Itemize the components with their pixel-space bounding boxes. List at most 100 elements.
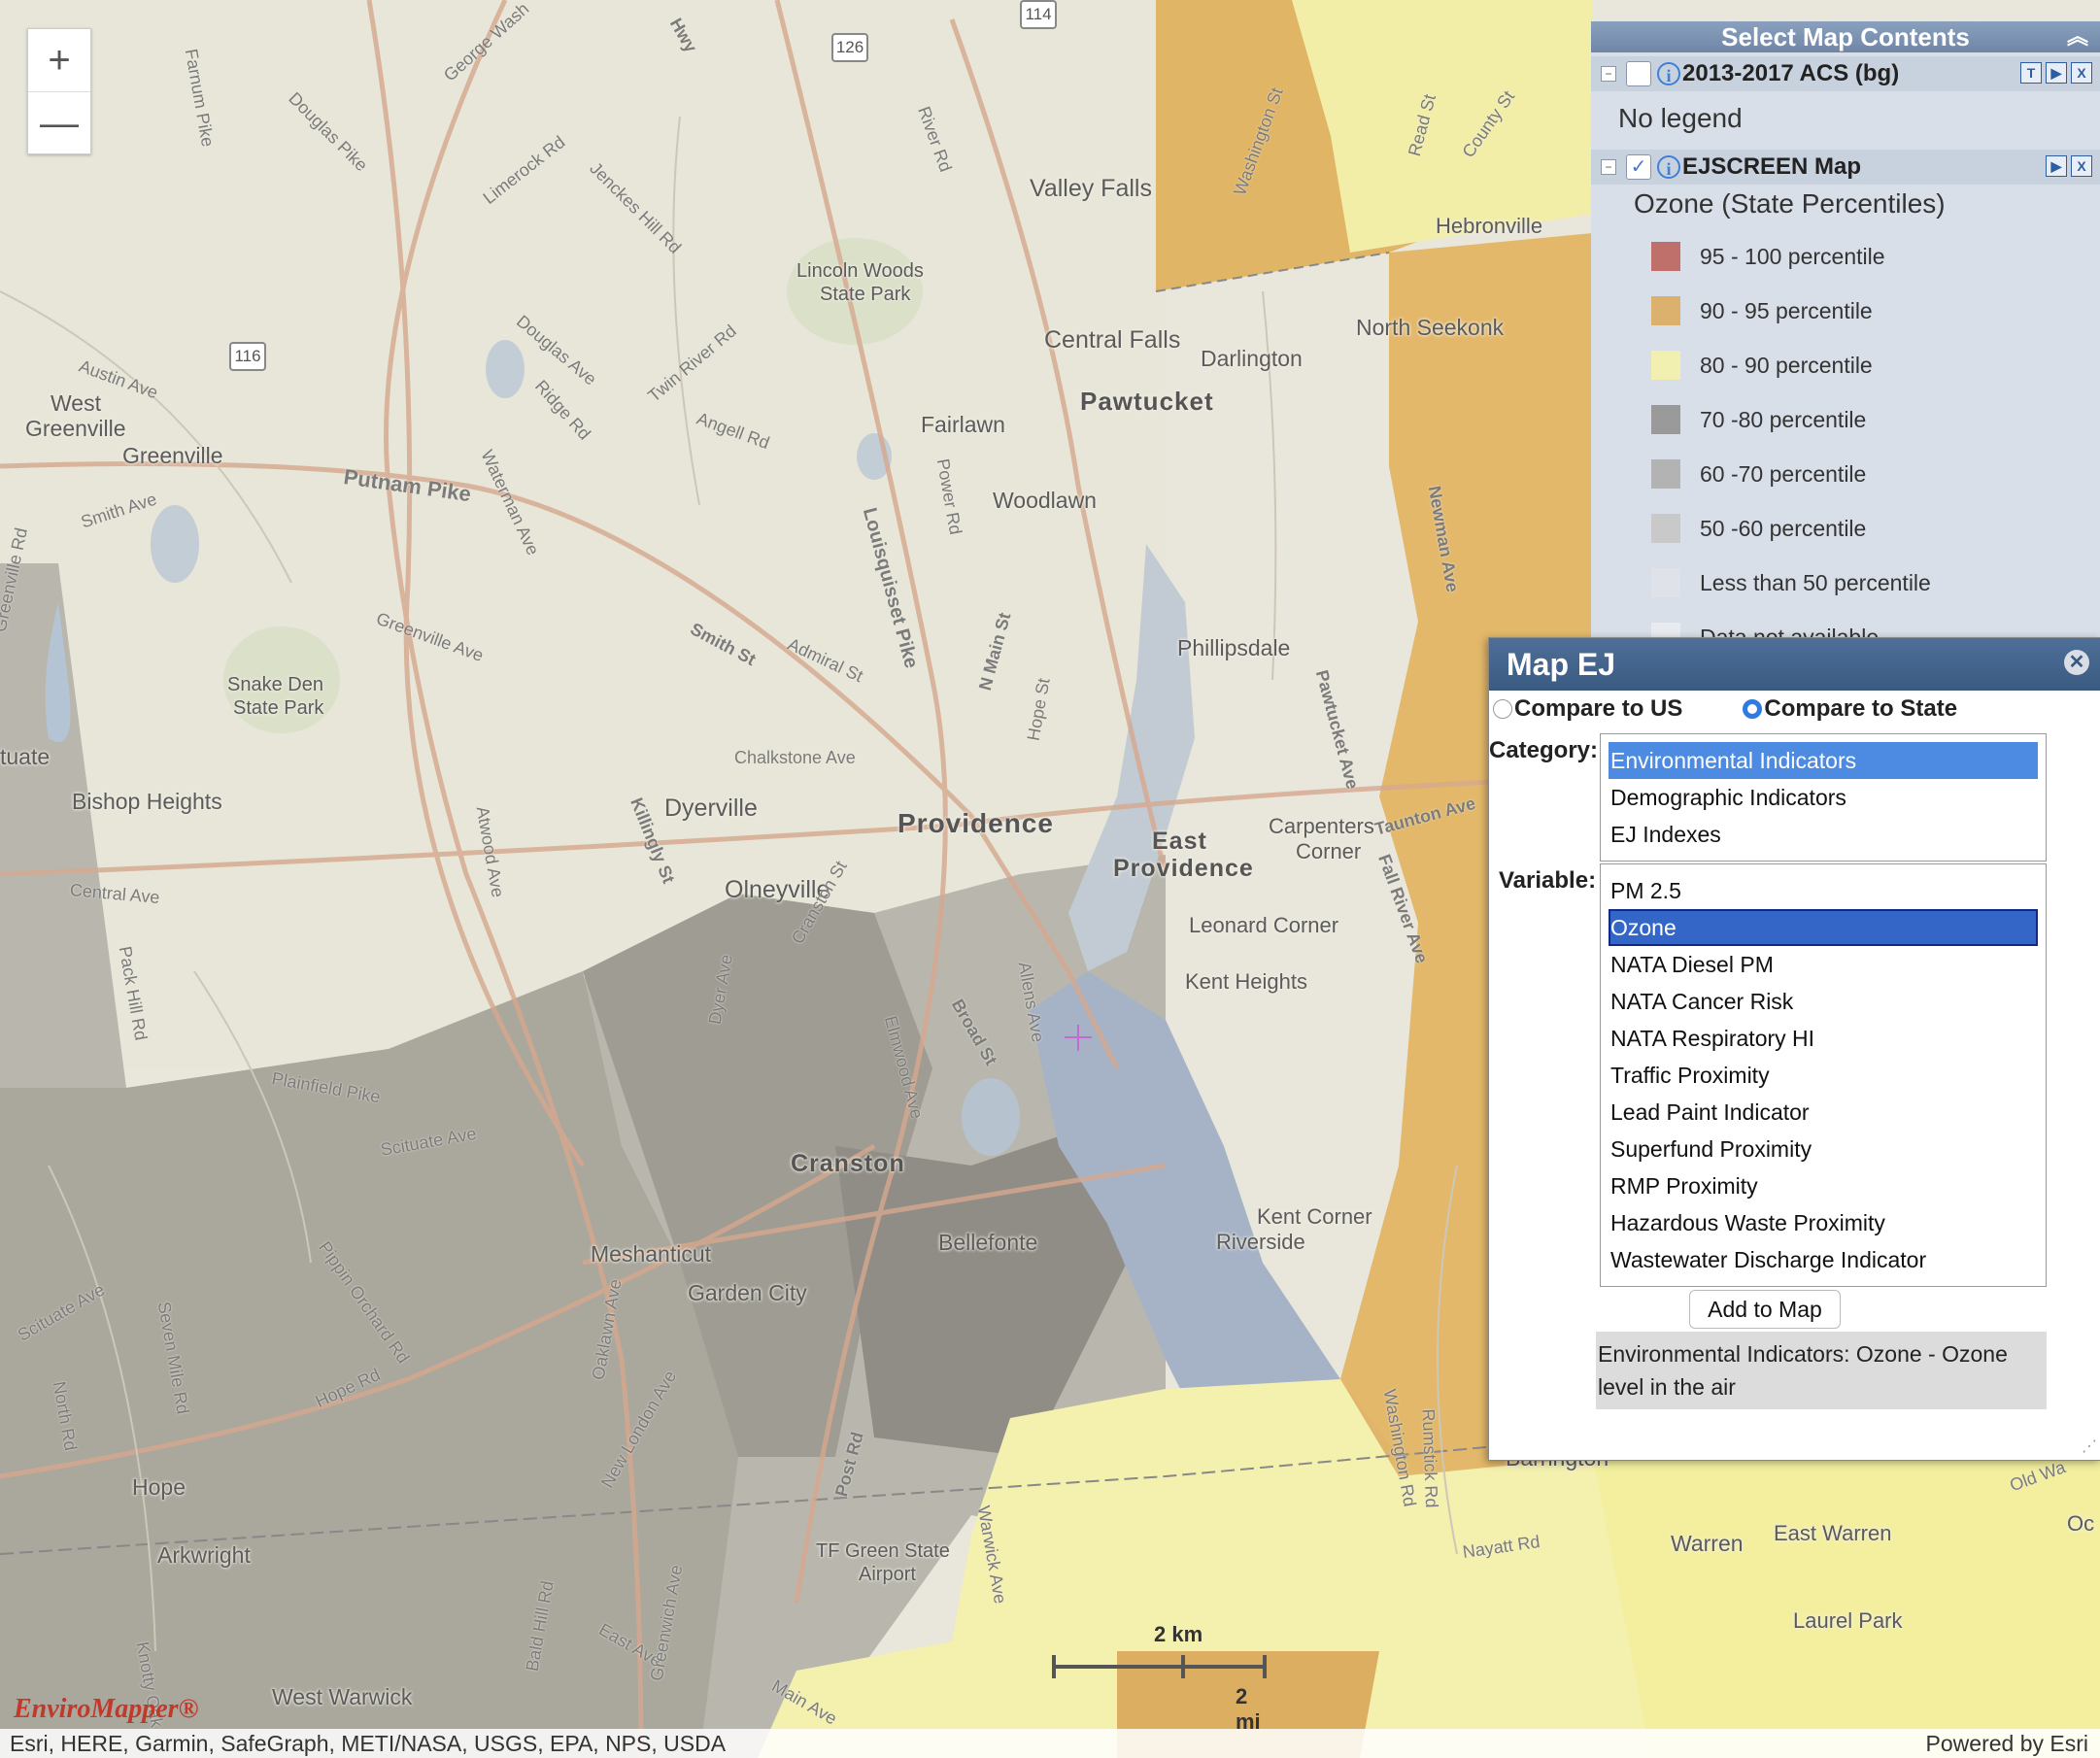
place-arkwright: Arkwright	[157, 1542, 251, 1568]
variable-option[interactable]: Ozone	[1609, 909, 2038, 946]
variable-option[interactable]: Wastewater Discharge Indicator	[1609, 1241, 2038, 1278]
place-central-falls: Central Falls	[1044, 326, 1181, 354]
layer-acs-name: 2013-2017 ACS (bg)	[1682, 60, 1900, 86]
layer-acs-checkbox[interactable]	[1626, 61, 1651, 86]
compare-radio-group: Compare to US Compare to State	[1489, 691, 2100, 727]
variable-option[interactable]: Traffic Proximity	[1609, 1057, 2038, 1094]
resize-handle-icon[interactable]: ⋰	[2082, 1437, 2097, 1456]
category-option[interactable]: Environmental Indicators	[1609, 742, 2038, 779]
place-hope: Hope	[132, 1474, 186, 1500]
place-garden-city: Garden City	[688, 1280, 807, 1305]
legend-row: 60 -70 percentile	[1591, 447, 2100, 501]
layer-ejscreen-checkbox[interactable]: ✓	[1626, 154, 1651, 180]
legend-row: 95 - 100 percentile	[1591, 229, 2100, 284]
variable-option[interactable]: NATA Diesel PM	[1609, 946, 2038, 983]
zoom-in-button[interactable]: +	[28, 29, 90, 91]
place-snake-den: Snake Den	[227, 674, 323, 695]
variable-option[interactable]: NATA Respiratory HI	[1609, 1020, 2038, 1057]
compare-state-option[interactable]: Compare to State	[1743, 695, 1957, 723]
legend-swatch	[1651, 514, 1680, 543]
category-option[interactable]: Demographic Indicators	[1609, 779, 2038, 816]
legend-label: 90 - 95 percentile	[1700, 297, 1873, 323]
map-ej-header[interactable]: Map EJ ✕	[1489, 638, 2100, 691]
category-label: Category:	[1489, 737, 1599, 763]
place-west: West	[51, 390, 101, 416]
layer-acs-info-icon[interactable]: i	[1657, 62, 1680, 85]
variable-option[interactable]: NATA Cancer Risk	[1609, 983, 2038, 1020]
place-kent-heights: Kent Heights	[1185, 969, 1307, 994]
map-contents-header[interactable]: Select Map Contents ︽	[1591, 21, 2100, 52]
legend-swatch	[1651, 242, 1680, 271]
scale-km: 2 km	[1154, 1622, 1203, 1646]
collapse-panel-icon[interactable]: ︽	[2067, 21, 2088, 52]
place-east-providence-2: Providence	[1113, 855, 1254, 882]
legend-row: 90 - 95 percentile	[1591, 284, 2100, 338]
compare-state-radio[interactable]	[1743, 699, 1763, 719]
variable-option[interactable]: RMP Proximity	[1609, 1167, 2038, 1204]
place-pawtucket: Pawtucket	[1080, 387, 1214, 416]
category-listbox[interactable]: Environmental Indicators Demographic Ind…	[1600, 733, 2047, 862]
add-to-map-button[interactable]: Add to Map	[1689, 1290, 1841, 1329]
variable-option[interactable]: Superfund Proximity	[1609, 1131, 2038, 1167]
place-leonard-corner: Leonard Corner	[1189, 913, 1339, 937]
variable-label: Variable:	[1499, 867, 1597, 894]
remove-layer-icon[interactable]: X	[2071, 155, 2092, 177]
place-airport: Airport	[859, 1564, 916, 1585]
place-tuate: tuate	[0, 744, 51, 769]
place-valley-falls: Valley Falls	[1030, 175, 1152, 202]
layer-ejscreen-name: EJSCREEN Map	[1682, 153, 1862, 180]
zoom-out-button[interactable]: —	[28, 91, 90, 154]
compare-state-label: Compare to State	[1764, 695, 1958, 722]
attribution-bar: Esri, HERE, Garmin, SafeGraph, METI/NASA…	[0, 1729, 2100, 1758]
close-icon[interactable]: ✕	[2064, 650, 2089, 675]
legend-label: 80 - 90 percentile	[1700, 352, 1873, 378]
variable-description: Environmental Indicators: Ozone - Ozone …	[1596, 1332, 2047, 1409]
legend-row: Less than 50 percentile	[1591, 556, 2100, 610]
powered-by-esri[interactable]: Powered by Esri	[1926, 1729, 2088, 1758]
place-east-warren: East Warren	[1774, 1521, 1892, 1545]
enviromapper-logo: EnviroMapper®	[14, 1694, 199, 1724]
place-west-greenville: Greenville	[25, 416, 126, 441]
remove-layer-icon[interactable]: X	[2071, 62, 2092, 84]
place-oc: Oc	[2067, 1511, 2095, 1536]
place-fairlawn: Fairlawn	[921, 412, 1005, 437]
legend-swatch	[1651, 459, 1680, 489]
map-ej-dialog: Map EJ ✕ Compare to US Compare to State …	[1488, 637, 2100, 1461]
place-darlington: Darlington	[1201, 346, 1303, 371]
place-lincoln-woods: Lincoln Woods	[796, 260, 924, 282]
collapse-layer-icon[interactable]: −	[1601, 66, 1616, 82]
compare-us-option[interactable]: Compare to US	[1493, 695, 1682, 723]
compare-us-label: Compare to US	[1514, 695, 1683, 722]
legend-label: Less than 50 percentile	[1700, 569, 1931, 595]
legend-row: 70 -80 percentile	[1591, 392, 2100, 447]
no-legend-text: No legend	[1618, 103, 1743, 133]
expand-icon[interactable]: ▶	[2046, 62, 2067, 84]
place-corner: Corner	[1296, 839, 1362, 863]
layer-acs: − i 2013-2017 ACS (bg) T ▶ X	[1591, 56, 2100, 91]
place-bishop-heights: Bishop Heights	[72, 789, 222, 814]
variable-listbox[interactable]: PM 2.5 Ozone NATA Diesel PM NATA Cancer …	[1600, 863, 2047, 1287]
place-greenville: Greenville	[122, 443, 223, 468]
legend-row: 50 -60 percentile	[1591, 501, 2100, 556]
compare-us-radio[interactable]	[1493, 699, 1512, 719]
place-carpenters: Carpenters	[1269, 814, 1374, 838]
variable-option[interactable]: Lead Paint Indicator	[1609, 1094, 2038, 1131]
category-option[interactable]: EJ Indexes	[1609, 816, 2038, 853]
place-warren: Warren	[1671, 1531, 1744, 1556]
filter-icon[interactable]: T	[2020, 62, 2042, 84]
legend-row: 80 - 90 percentile	[1591, 338, 2100, 392]
map-contents-title: Select Map Contents	[1721, 22, 1970, 51]
legend-label: 60 -70 percentile	[1700, 460, 1867, 487]
layer-ejscreen: − ✓ i EJSCREEN Map ▶ X	[1591, 150, 2100, 185]
road-chalkstone: Chalkstone Ave	[734, 748, 856, 767]
expand-icon[interactable]: ▶	[2046, 155, 2067, 177]
layer-ejscreen-info-icon[interactable]: i	[1657, 155, 1680, 179]
place-kent-corner: Kent Corner	[1257, 1204, 1372, 1229]
legend-swatch	[1651, 351, 1680, 380]
collapse-layer-icon[interactable]: −	[1601, 159, 1616, 175]
place-north-seekonk: North Seekonk	[1356, 315, 1505, 340]
variable-option[interactable]: PM 2.5	[1609, 872, 2038, 909]
variable-option[interactable]: Hazardous Waste Proximity	[1609, 1204, 2038, 1241]
place-lincoln-woods-sp: State Park	[820, 284, 911, 305]
legend-swatch	[1651, 568, 1680, 597]
